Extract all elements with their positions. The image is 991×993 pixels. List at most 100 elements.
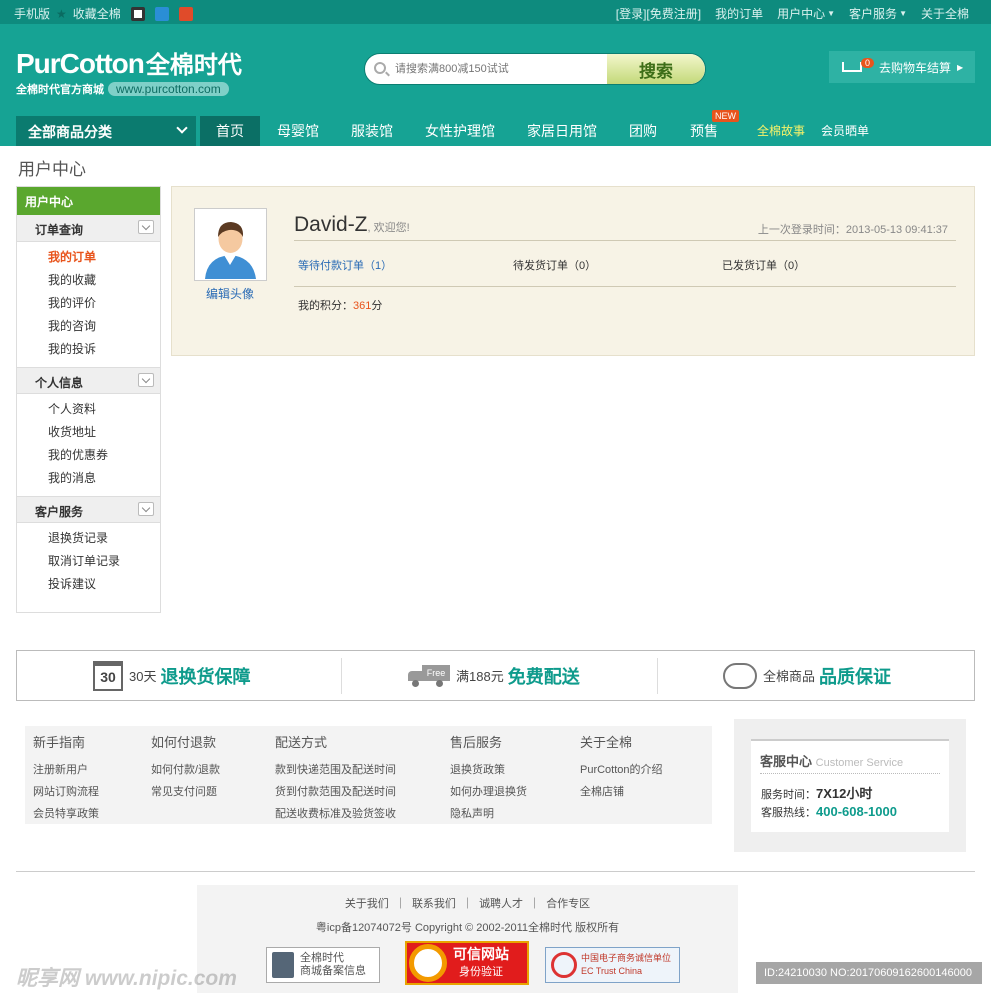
sidebar-head: 用户中心 (17, 187, 160, 215)
footer-link[interactable]: 全棉店铺 (580, 783, 663, 805)
all-categories-menu[interactable]: 全部商品分类 (16, 116, 196, 146)
avatar[interactable] (194, 208, 267, 281)
cotton-cloud-icon (723, 662, 757, 689)
sidebar-item-suggestions[interactable]: 投诉建议 (48, 573, 160, 596)
cart-count-badge: 0 (861, 58, 875, 68)
logo[interactable]: PurCotton全棉时代 全棉时代官方商城 www.purcotton.com (16, 45, 242, 97)
sidebar-item-coupons[interactable]: 我的优惠券 (48, 444, 160, 467)
mobile-link[interactable]: 手机版 (14, 5, 50, 22)
building-icon (272, 952, 294, 978)
customer-service-menu[interactable]: 客户服务 (835, 5, 897, 22)
nav-baby[interactable]: 母婴馆 (270, 116, 326, 146)
guarantee-bar: 30 30天 退换货保障 Free 满188元 免费配送 全棉商品 品质保证 (16, 650, 975, 701)
footer-link[interactable]: 货到付款范围及配送时间 (275, 783, 396, 805)
cart-icon: 0 (839, 58, 875, 75)
shipped-orders[interactable]: 已发货订单（0） (722, 257, 805, 273)
nav-group-buy[interactable]: 团购 (622, 116, 664, 146)
edit-avatar-link[interactable]: 编辑头像 (206, 285, 254, 302)
guarantee-returns: 30 30天 退换货保障 (93, 651, 250, 700)
sidebar-item-favorites[interactable]: 我的收藏 (48, 269, 160, 292)
service-phone[interactable]: 400-608-1000 (816, 804, 897, 819)
about-link[interactable]: 关于全棉 (907, 5, 969, 22)
user-panel: 编辑头像 David-Z, 欢迎您! 上一次登录时间：2013-05-13 09… (171, 186, 975, 356)
social-p-icon[interactable] (154, 6, 169, 21)
weibo-icon[interactable] (178, 6, 193, 21)
footer-link[interactable]: 配送收费标准及验货签收 (275, 805, 396, 827)
watermark-id: ID:24210030 NO:20170609162600146000 (756, 962, 982, 984)
nav-member-share[interactable]: 会员晒单 (816, 116, 874, 146)
register-link[interactable]: [免费注册] (646, 5, 701, 22)
sidebar-item-reviews[interactable]: 我的评价 (48, 292, 160, 315)
divider (16, 871, 975, 872)
search-input[interactable] (395, 59, 595, 79)
last-login-time: 上一次登录时间：2013-05-13 09:41:37 (757, 224, 948, 236)
guarantee-shipping: Free 满188元 免费配送 (406, 651, 580, 700)
footer-about-link[interactable]: 关于我们 (345, 898, 389, 910)
footer-link[interactable]: 注册新用户 (33, 761, 99, 783)
footer-jobs-link[interactable]: 诚聘人才 (479, 898, 523, 910)
sidebar-group-personal[interactable]: 个人信息 (17, 367, 160, 394)
bookmark-link[interactable]: 收藏全棉 (73, 5, 121, 22)
footer-link[interactable]: 如何办理退换货 (450, 783, 527, 805)
my-orders-link[interactable]: 我的订单 (701, 5, 763, 22)
footer-link[interactable]: 如何付款/退款 (151, 761, 220, 783)
footer-link[interactable]: 常见支付问题 (151, 783, 220, 805)
cart-button[interactable]: 0 去购物车结算 ▶ (829, 51, 975, 83)
sidebar-item-messages[interactable]: 我的消息 (48, 467, 160, 490)
footer-link[interactable]: 会员特享政策 (33, 805, 99, 827)
sidebar-item-returns[interactable]: 退换货记录 (48, 527, 160, 550)
sidebar-item-cancelled[interactable]: 取消订单记录 (48, 550, 160, 573)
copyright: 粤icp备12074072号 Copyright © 2002-2011全棉时代… (315, 922, 620, 934)
main-nav: 全部商品分类 首页 母婴馆 服装馆 女性护理馆 家居日用馆 团购 预售 NEW … (0, 110, 991, 146)
footer-links: 新手指南 注册新用户 网站订购流程 会员特享政策 如何付退款 如何付款/退款 常… (25, 726, 712, 824)
footer-heading: 配送方式 (275, 735, 328, 750)
footer-heading: 售后服务 (450, 735, 503, 750)
nav-home[interactable]: 首页 (200, 116, 260, 146)
nav-story[interactable]: 全棉故事 (750, 116, 812, 146)
search-icon (374, 62, 386, 74)
ec-trust-badge[interactable]: 中国电子商务诚信单位 EC Trust China (545, 947, 680, 983)
user-center-menu[interactable]: 用户中心 (763, 5, 825, 22)
divider (760, 773, 940, 774)
pending-payment-orders-link[interactable]: 等待付款订单（1） (298, 257, 392, 273)
footer-link[interactable]: 网站订购流程 (33, 783, 99, 805)
footer-partner-link[interactable]: 合作专区 (546, 898, 590, 910)
nav-clothing[interactable]: 服装馆 (344, 116, 400, 146)
top-bar: 手机版 ★ 收藏全棉 [登录] [免费注册] 我的订单 用户中心 ▼ 客户服务 … (0, 0, 991, 24)
login-link[interactable]: [登录] (616, 5, 647, 22)
qrcode-icon[interactable] (130, 6, 145, 21)
footer-contact-link[interactable]: 联系我们 (412, 898, 456, 910)
search-box: 搜索 (364, 53, 706, 85)
sidebar-item-address[interactable]: 收货地址 (48, 421, 160, 444)
ec-seal-icon (551, 952, 577, 978)
page-title: 用户中心 (18, 160, 86, 179)
trusted-site-badge[interactable]: 可信网站 身份验证 (405, 941, 529, 985)
nav-feminine-care[interactable]: 女性护理馆 (418, 116, 502, 146)
sidebar-item-profile[interactable]: 个人资料 (48, 398, 160, 421)
footer-heading: 关于全棉 (580, 735, 633, 750)
sidebar-item-inquiries[interactable]: 我的咨询 (48, 315, 160, 338)
footer-link[interactable]: 款到快递范围及配送时间 (275, 761, 396, 783)
footer-link[interactable]: PurCotton的介绍 (580, 761, 663, 783)
chevron-down-icon[interactable] (138, 373, 154, 387)
footer-link[interactable]: 退换货政策 (450, 761, 527, 783)
pending-shipment-orders[interactable]: 待发货订单（0） (513, 257, 596, 273)
record-info-badge[interactable]: 全棉时代 商城备案信息 (266, 947, 380, 983)
divider (657, 658, 658, 694)
nav-home-goods[interactable]: 家居日用馆 (520, 116, 604, 146)
footer-link[interactable]: 隐私声明 (450, 805, 527, 827)
new-badge: NEW (712, 110, 739, 122)
chevron-down-icon[interactable] (138, 220, 154, 234)
sidebar-group-service[interactable]: 客户服务 (17, 496, 160, 523)
welcome-text: , 欢迎您! (367, 222, 410, 234)
chevron-down-icon[interactable] (138, 502, 154, 516)
calendar-icon: 30 (93, 660, 123, 691)
header: PurCotton全棉时代 全棉时代官方商城 www.purcotton.com … (0, 24, 991, 116)
customer-service-box: 客服中心 Customer Service 服务时间：7X12小时 客服热线：4… (734, 719, 966, 852)
sidebar-item-complaints[interactable]: 我的投诉 (48, 338, 160, 361)
chevron-down-icon (176, 122, 188, 134)
chevron-down-icon: ▼ (899, 9, 907, 18)
sidebar-item-my-orders[interactable]: 我的订单 (48, 246, 160, 269)
search-button[interactable]: 搜索 (607, 54, 705, 84)
sidebar-group-orders[interactable]: 订单查询 (17, 215, 160, 242)
